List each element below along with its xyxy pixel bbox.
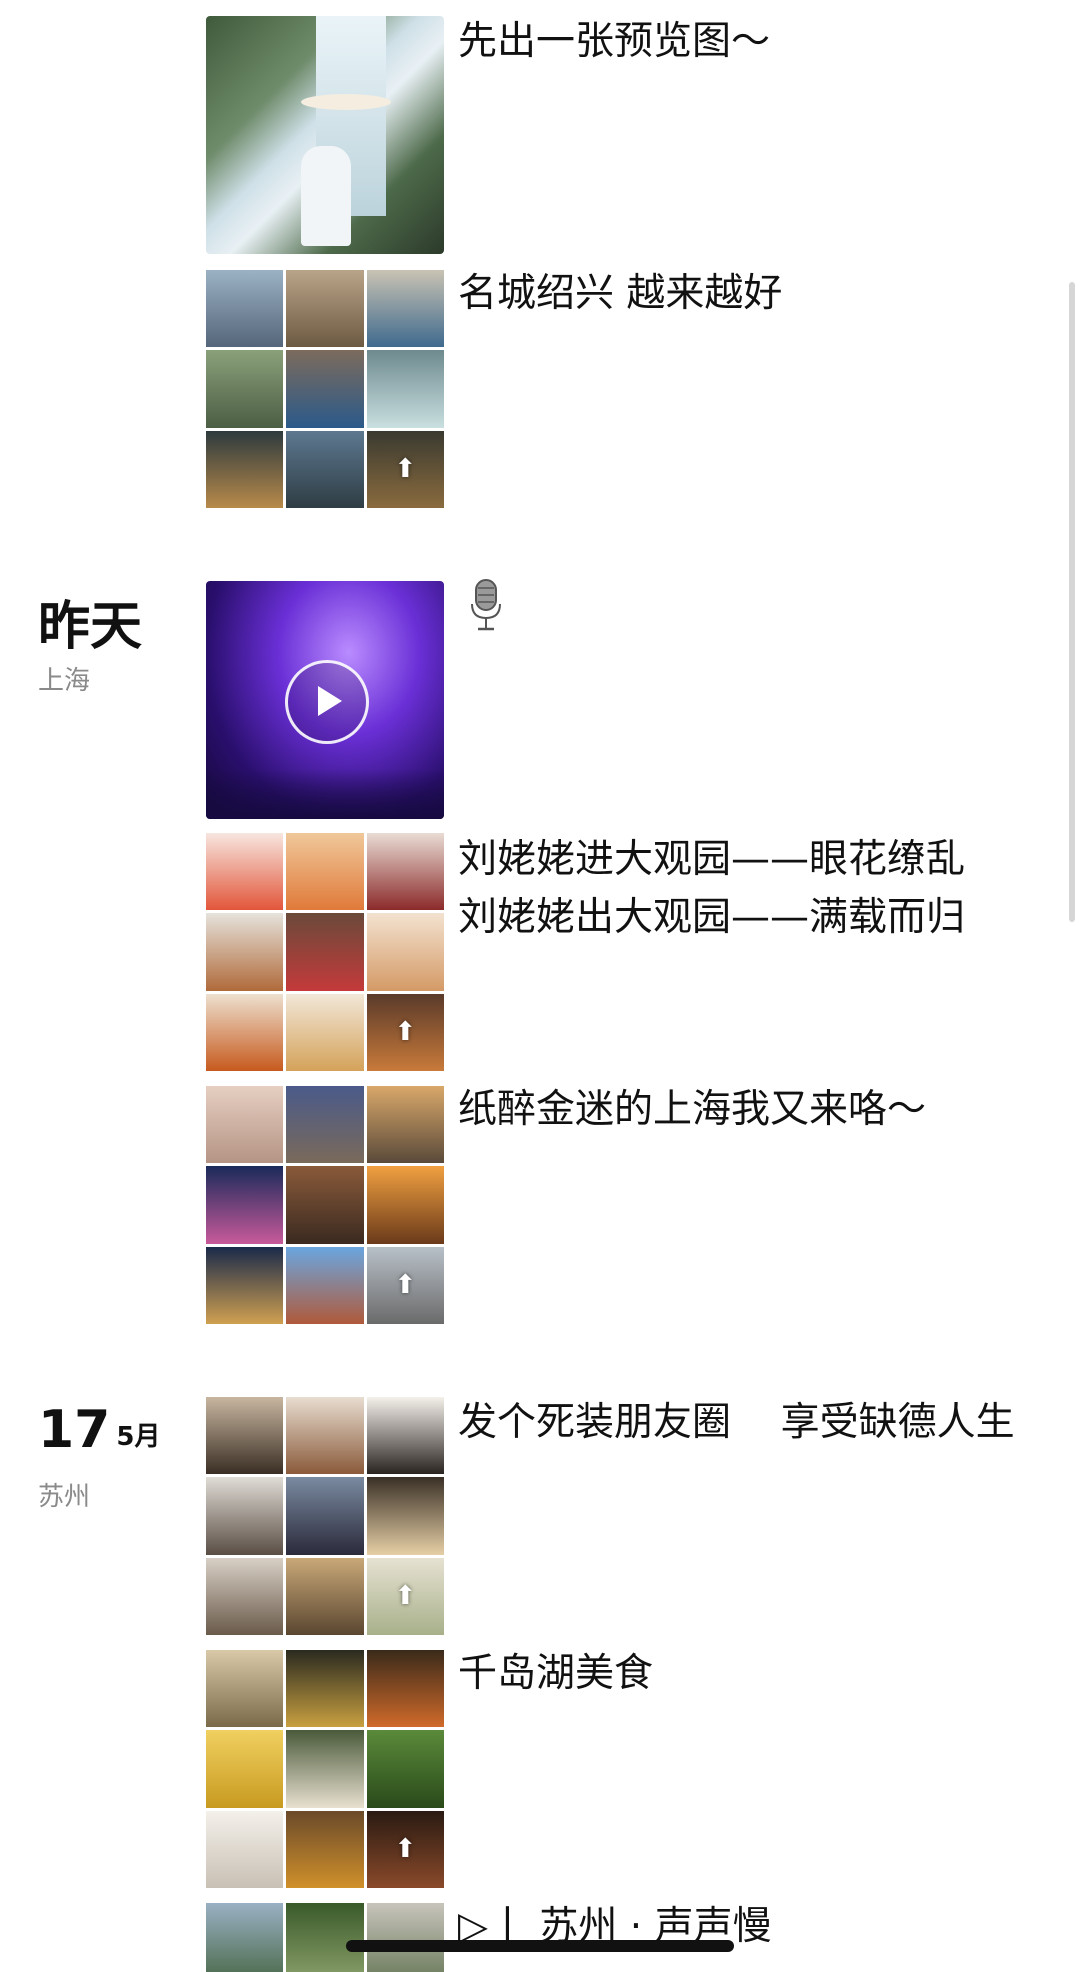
grid-thumb xyxy=(206,430,284,508)
grid-thumb xyxy=(206,913,284,991)
grid-thumb xyxy=(286,1086,364,1164)
more-icon: ⬆ xyxy=(394,1270,417,1301)
more-icon: ⬆ xyxy=(394,1581,417,1612)
grid-thumb xyxy=(206,1730,284,1808)
grid-thumb xyxy=(286,833,364,911)
grid-thumb-more: ⬆ xyxy=(366,993,444,1071)
post-image-waterfall[interactable] xyxy=(206,16,444,254)
post-caption[interactable]: 千岛湖美食 xyxy=(458,1645,1018,1703)
grid-thumb xyxy=(366,1086,444,1164)
grid-thumb-more: ⬆ xyxy=(366,430,444,508)
grid-thumb xyxy=(366,270,444,348)
post-caption[interactable]: 刘姥姥进大观园——眼花缭乱 刘姥姥出大观园——满载而归 xyxy=(458,831,1018,947)
home-indicator[interactable] xyxy=(346,1940,734,1952)
more-icon: ⬆ xyxy=(394,1834,417,1865)
grid-thumb xyxy=(286,430,364,508)
post-image-grid-hotel[interactable]: ⬆ xyxy=(206,1397,444,1635)
more-icon: ⬆ xyxy=(394,1017,417,1048)
grid-thumb xyxy=(206,1810,284,1888)
grid-thumb xyxy=(286,350,364,428)
grid-thumb xyxy=(206,993,284,1071)
grid-thumb xyxy=(286,993,364,1071)
post-caption[interactable]: 发个死装朋友圈 享受缺德人生 xyxy=(458,1394,1018,1452)
grid-thumb xyxy=(206,1086,284,1164)
play-icon[interactable] xyxy=(285,660,369,744)
grid-thumb xyxy=(206,350,284,428)
grid-thumb xyxy=(206,270,284,348)
location-label: 苏州 xyxy=(38,1482,91,1512)
grid-thumb xyxy=(206,1903,284,1972)
grid-thumb xyxy=(206,1166,284,1244)
more-icon: ⬆ xyxy=(394,454,417,485)
microphone-icon xyxy=(471,579,501,631)
post-image-grid-shaoxing[interactable]: ⬆ xyxy=(206,270,444,508)
grid-thumb xyxy=(286,913,364,991)
grid-thumb xyxy=(286,1166,364,1244)
grid-thumb xyxy=(366,1166,444,1244)
grid-thumb xyxy=(286,1557,364,1635)
grid-thumb xyxy=(286,1650,364,1728)
grid-thumb-more: ⬆ xyxy=(366,1810,444,1888)
scrollbar[interactable] xyxy=(1069,282,1075,922)
grid-thumb xyxy=(286,1903,364,1972)
date-label: 17 5月 xyxy=(38,1400,160,1460)
grid-thumb xyxy=(206,1557,284,1635)
post-image-grid-food[interactable]: ⬆ xyxy=(206,833,444,1071)
grid-thumb xyxy=(286,1477,364,1555)
post-image-grid-qiandaohu[interactable]: ⬆ xyxy=(206,1650,444,1888)
grid-thumb xyxy=(206,1650,284,1728)
post-image-grid-suzhou[interactable] xyxy=(206,1903,444,1972)
location-label: 上海 xyxy=(38,666,91,696)
post-image-grid-shanghai[interactable]: ⬆ xyxy=(206,1086,444,1324)
grid-thumb xyxy=(286,1810,364,1888)
grid-thumb xyxy=(366,1397,444,1475)
grid-thumb xyxy=(286,270,364,348)
grid-thumb-more: ⬆ xyxy=(366,1246,444,1324)
grid-thumb xyxy=(366,1477,444,1555)
grid-thumb-more: ⬆ xyxy=(366,1557,444,1635)
grid-thumb xyxy=(286,1730,364,1808)
grid-thumb xyxy=(366,1650,444,1728)
date-day: 17 xyxy=(38,1400,111,1460)
grid-thumb xyxy=(366,350,444,428)
date-month: 5月 xyxy=(116,1422,161,1452)
grid-thumb xyxy=(366,833,444,911)
post-caption[interactable]: 纸醉金迷的上海我又来咯～ xyxy=(458,1081,1018,1139)
post-caption[interactable]: 名城绍兴 越来越好 xyxy=(458,265,1018,323)
grid-thumb xyxy=(286,1246,364,1324)
grid-thumb xyxy=(366,913,444,991)
grid-thumb xyxy=(206,1397,284,1475)
grid-thumb xyxy=(206,1246,284,1324)
grid-thumb xyxy=(366,1903,444,1972)
grid-thumb xyxy=(366,1730,444,1808)
grid-thumb xyxy=(206,833,284,911)
date-label: 昨天 xyxy=(38,597,143,657)
post-caption[interactable]: 先出一张预览图～ xyxy=(458,13,1018,71)
grid-thumb xyxy=(206,1477,284,1555)
grid-thumb xyxy=(286,1397,364,1475)
